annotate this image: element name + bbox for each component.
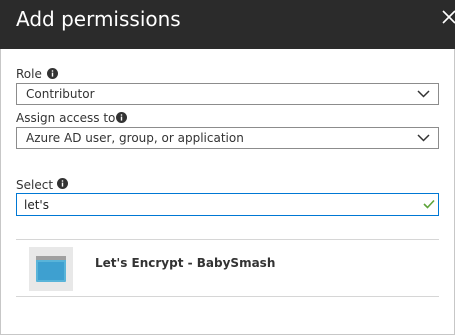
info-icon[interactable] [116,112,127,123]
app-icon [36,256,66,282]
chevron-down-icon [417,134,430,142]
select-search-input[interactable] [24,196,404,213]
list-item[interactable]: Let's Encrypt - BabySmash [16,240,439,296]
select-search-box[interactable] [16,193,439,216]
role-value: Contributor [26,87,95,101]
panel-title: Add permissions [16,7,181,31]
role-dropdown[interactable]: Contributor [16,83,439,105]
close-icon[interactable] [442,10,455,24]
results-divider-bottom [16,296,439,297]
assign-access-dropdown[interactable]: Azure AD user, group, or application [16,127,439,149]
result-name: Let's Encrypt - BabySmash [95,256,276,270]
chevron-down-icon [417,90,430,98]
info-icon[interactable] [47,68,58,79]
info-icon[interactable] [57,178,68,189]
role-label: Role [16,67,42,81]
app-tile [29,247,73,291]
panel-header: Add permissions [0,0,455,49]
select-label: Select [16,178,54,192]
checkmark-icon [423,199,435,209]
assign-access-value: Azure AD user, group, or application [26,131,244,145]
assign-access-label: Assign access to [16,111,116,125]
